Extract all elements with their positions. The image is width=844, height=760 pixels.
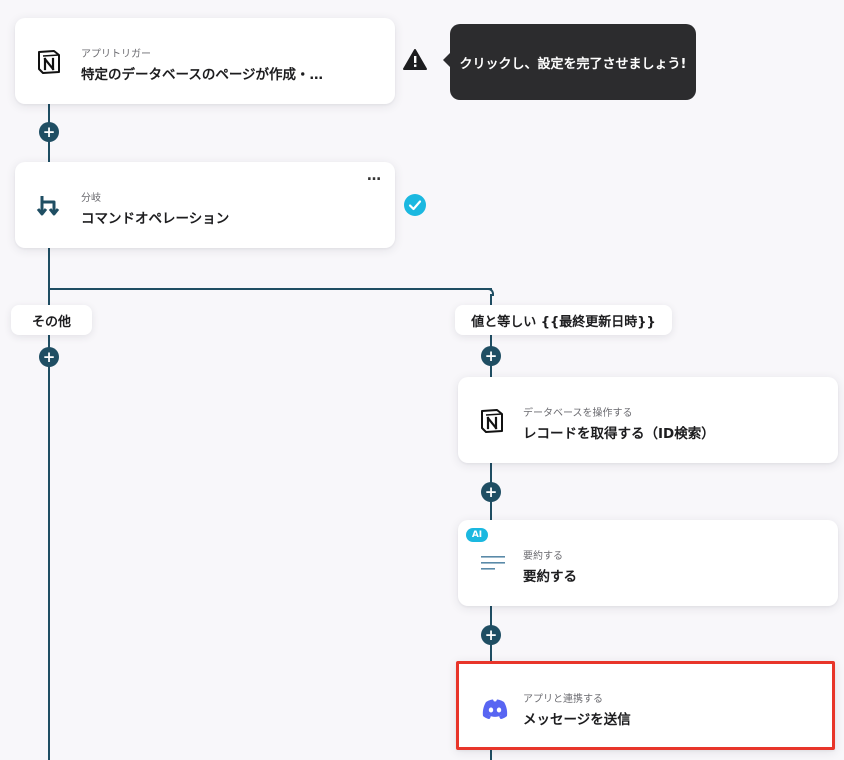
branch-label-other[interactable]: その他 — [11, 305, 92, 335]
add-step-button-other[interactable]: + — [39, 347, 59, 367]
plus-icon: + — [484, 625, 498, 644]
setup-tooltip: クリックし、設定を完了させましょう! — [443, 24, 696, 100]
add-step-button[interactable]: + — [481, 625, 501, 645]
plus-icon: + — [42, 347, 56, 366]
branch-icon — [35, 192, 65, 220]
ai-badge: AI — [466, 528, 488, 542]
step-card-send-message[interactable]: アプリと連携する メッセージを送信 — [456, 661, 835, 750]
notion-icon — [35, 48, 63, 76]
step-card-get-record[interactable]: データベースを操作する レコードを取得する（ID検索） — [458, 377, 838, 463]
trigger-card[interactable]: アプリトリガー 特定のデータベースのページが作成・… — [15, 18, 395, 104]
step-subtitle: 要約する — [523, 551, 563, 562]
trigger-subtitle: アプリトリガー — [81, 49, 151, 60]
check-circle-icon — [403, 193, 427, 217]
connector-branch-horizontal — [48, 288, 492, 290]
branch-subtitle: 分岐 — [81, 193, 101, 204]
step-subtitle: データベースを操作する — [523, 408, 633, 419]
warning-icon[interactable] — [402, 48, 428, 72]
step-subtitle: アプリと連携する — [523, 694, 603, 705]
plus-icon: + — [484, 346, 498, 365]
step-title: 要約する — [523, 569, 577, 585]
step-title: メッセージを送信 — [523, 712, 631, 728]
add-step-button-match[interactable]: + — [481, 346, 501, 366]
summary-icon — [480, 553, 506, 575]
discord-icon — [481, 698, 509, 720]
add-step-button[interactable]: + — [39, 122, 59, 142]
notion-icon — [478, 407, 506, 435]
branch-label-match[interactable]: 値と等しい {{最終更新日時}} — [455, 305, 672, 335]
step-title: レコードを取得する（ID検索） — [523, 426, 715, 442]
step-card-summary[interactable]: AI 要約する 要約する — [458, 520, 838, 606]
plus-icon: + — [42, 122, 56, 141]
more-options-icon[interactable]: … — [367, 168, 381, 184]
branch-title: コマンドオペレーション — [81, 211, 230, 227]
plus-icon: + — [484, 482, 498, 501]
branch-card[interactable]: 分岐 コマンドオペレーション … — [15, 162, 395, 248]
add-step-button[interactable]: + — [481, 482, 501, 502]
trigger-title: 特定のデータベースのページが作成・… — [81, 67, 324, 83]
